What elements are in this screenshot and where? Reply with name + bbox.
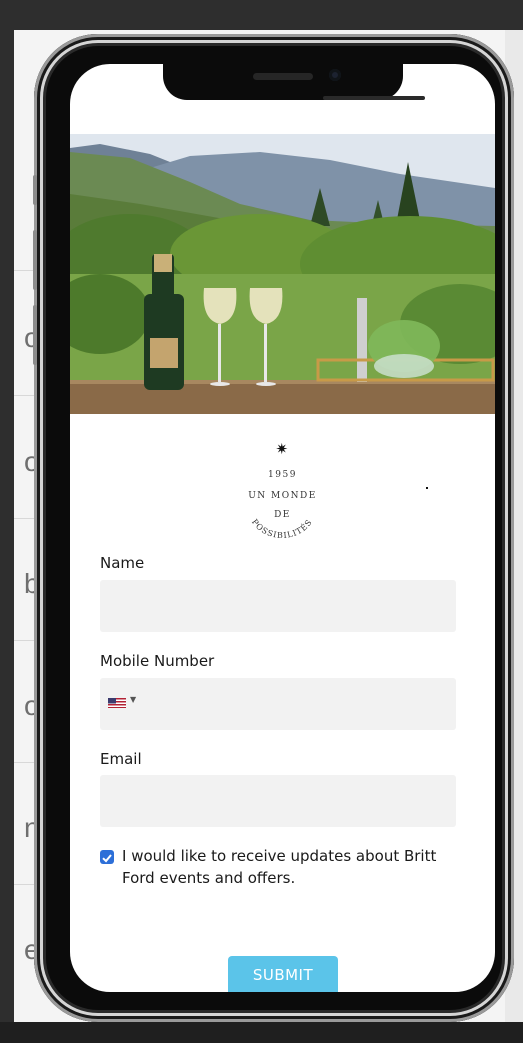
submit-button[interactable]: SUBMIT [228, 956, 338, 992]
email-field[interactable] [100, 775, 456, 827]
checkbox-icon[interactable] [100, 850, 114, 864]
phone-screen: ✷ 1959 UN MONDE DE POSSIBILITÉS Name Mob… [70, 64, 495, 992]
star-icon: ✷ [275, 440, 290, 458]
mobile-label: Mobile Number [100, 652, 215, 670]
logo-arc-text: POSSIBILITÉS [250, 518, 313, 541]
speck [426, 487, 428, 489]
volume-up-button [33, 230, 37, 290]
consent-label: I would like to receive updates about Br… [122, 847, 437, 887]
mute-switch [33, 175, 37, 205]
vineyard-hero-image [70, 134, 495, 414]
logo-year: 1959 [268, 470, 297, 480]
name-field[interactable] [100, 580, 456, 632]
background-footer [0, 1022, 523, 1043]
mobile-number-field[interactable]: ▼ [100, 678, 456, 730]
speaker-grille [253, 73, 313, 80]
camera-icon [329, 69, 341, 81]
us-flag-icon[interactable] [108, 698, 126, 708]
name-label: Name [100, 554, 145, 572]
logo-arc: POSSIBILITÉS [250, 518, 314, 541]
status-indicator [323, 96, 425, 100]
brand-logo: ✷ 1959 UN MONDE DE POSSIBILITÉS [70, 440, 495, 552]
email-label: Email [100, 750, 142, 768]
volume-down-button [33, 305, 37, 365]
svg-text:POSSIBILITÉS: POSSIBILITÉS [250, 518, 314, 541]
phone-notch [163, 58, 425, 100]
caret-down-icon[interactable]: ▼ [130, 695, 136, 704]
